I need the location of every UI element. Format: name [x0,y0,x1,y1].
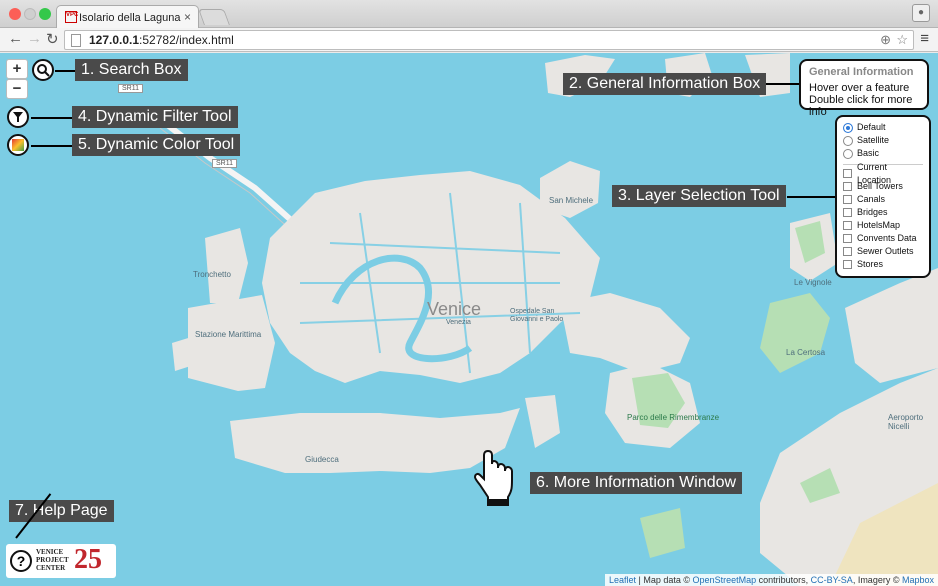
map-label-rimembranze: Parco delle Rimembranze [627,413,720,422]
checkbox-icon[interactable] [843,247,852,256]
tab-title: Isolario della Laguna [79,12,181,24]
checkbox-icon[interactable] [843,221,852,230]
map-label-la-certosa: La Certosa [786,348,826,357]
maximize-window-icon[interactable] [39,8,51,20]
radio-icon[interactable] [843,135,853,146]
callout-leader [31,117,73,119]
callout-info: 2. General Information Box [563,73,767,95]
browser-tab[interactable]: VPC Isolario della Laguna × [56,5,199,29]
checkbox-icon[interactable] [843,234,852,243]
radio-selected-icon[interactable] [843,122,853,133]
callout-help: 7. Help Page [9,500,114,522]
reload-icon[interactable]: ↻ [46,30,59,48]
toolbar: ← → ↻ 127.0.0.1:52782/index.html ⊕ ☆ ≡ [0,28,938,52]
mapbox-link[interactable]: Mapbox [902,575,934,585]
location-icon[interactable]: ⊕ [880,31,891,49]
color-palette-icon [12,139,24,151]
license-link[interactable]: CC-BY-SA [811,575,853,585]
map-attribution: Leaflet | Map data © OpenStreetMap contr… [605,574,938,586]
search-icon [37,64,50,77]
profile-icon[interactable]: ● [912,4,930,22]
map-label-giudecca: Giudecca [305,455,339,464]
layer-radio-default[interactable]: Default [843,121,923,134]
layer-check-convents[interactable]: Convents Data [843,232,923,245]
logo-text: VENICE PROJECT CENTER [36,548,69,572]
layer-radio-basic[interactable]: Basic [843,147,923,160]
osm-link[interactable]: OpenStreetMap [693,575,757,585]
map-label-venezia: Venezia [446,319,471,326]
search-button[interactable] [32,59,54,81]
map-label-stazione: Stazione Marittima [195,330,262,339]
minimize-window-icon[interactable] [24,8,36,20]
radio-icon[interactable] [843,148,853,159]
road-shield: SR11 [212,159,237,168]
callout-layers: 3. Layer Selection Tool [612,185,786,207]
callout-leader [766,83,799,85]
close-window-icon[interactable] [9,8,21,20]
url-text: 127.0.0.1:52782/index.html [89,33,234,47]
map-label-le-vignole: Le Vignole [794,278,832,287]
layer-check-stores[interactable]: Stores [843,258,923,271]
checkbox-icon[interactable] [843,182,852,191]
help-icon[interactable]: ? [10,550,32,572]
layer-check-bridges[interactable]: Bridges [843,206,923,219]
info-line-1: Hover over a feature [809,82,910,94]
layer-radio-satellite[interactable]: Satellite [843,134,923,147]
map-label-tronchetto: Tronchetto [193,270,231,279]
map-label-ospedale: Ospedale San Giovanni e Paolo [510,308,564,323]
tab-strip: VPC Isolario della Laguna × ● [0,0,938,29]
new-tab-button[interactable] [198,9,230,25]
callout-color: 5. Dynamic Color Tool [72,134,241,156]
color-button[interactable] [7,134,29,156]
map-label-venice: Venice [427,299,482,319]
callout-search: 1. Search Box [75,59,188,81]
general-information-box: General Information Hover over a feature… [799,59,929,118]
callout-leader [787,196,835,198]
layer-selection-panel: Default Satellite Basic Current Location… [835,115,931,278]
filter-button[interactable] [7,106,29,128]
hand-pointer-icon [474,449,513,506]
leaflet-link[interactable]: Leaflet [609,575,636,585]
bookmark-star-icon[interactable]: ☆ [896,31,908,49]
forward-icon[interactable]: → [27,30,42,47]
layer-check-hotelsmap[interactable]: HotelsMap [843,219,923,232]
callout-more-info: 6. More Information Window [530,472,743,494]
callout-filter: 4. Dynamic Filter Tool [72,106,238,128]
checkbox-icon[interactable] [843,169,852,178]
page-icon [71,34,81,47]
map-view[interactable]: Venice Venezia San Michele Ospedale San … [0,53,938,586]
venice-project-center-logo[interactable]: ? VENICE PROJECT CENTER 25 [6,544,116,578]
menu-icon[interactable]: ≡ [920,30,929,47]
map-label-aeroporto: Aeroporto Nicelli [888,413,924,431]
checkbox-icon[interactable] [843,260,852,269]
logo-number: 25 [74,544,102,575]
tab-close-icon[interactable]: × [184,10,191,24]
callout-leader [55,70,75,72]
checkbox-icon[interactable] [843,208,852,217]
browser-window: VPC Isolario della Laguna × ● ← → ↻ 127.… [0,0,938,586]
zoom-in-button[interactable]: + [6,59,28,79]
info-heading: General Information [809,66,914,78]
road-shield: SR11 [118,84,143,93]
zoom-out-button[interactable]: − [6,79,28,99]
layer-check-current-location[interactable]: Current Location [843,162,923,185]
checkbox-icon[interactable] [843,195,852,204]
filter-icon [13,112,23,122]
layer-check-canals[interactable]: Canals [843,193,923,206]
callout-leader [31,145,73,147]
address-bar[interactable]: 127.0.0.1:52782/index.html ⊕ ☆ [64,30,914,50]
map-label-san-michele: San Michele [549,196,594,205]
back-icon[interactable]: ← [8,30,23,47]
layer-check-sewer-outlets[interactable]: Sewer Outlets [843,245,923,258]
favicon-icon: VPC [65,11,78,23]
